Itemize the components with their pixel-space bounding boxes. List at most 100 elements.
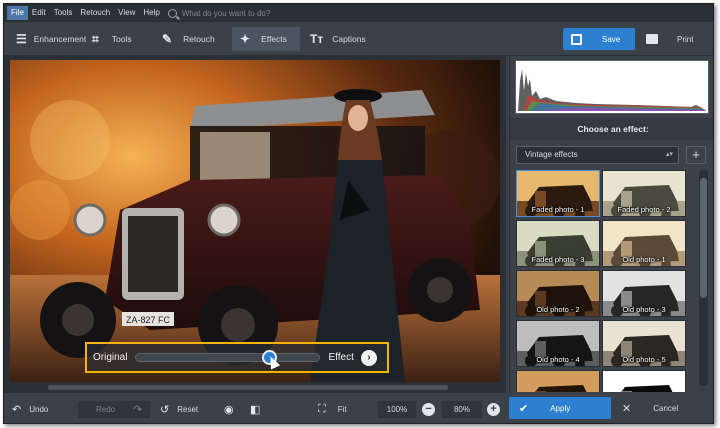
- tab-captions[interactable]: Tт Captions: [302, 27, 374, 51]
- effect-thumbnail[interactable]: Old photo - 5: [602, 320, 686, 367]
- cancel-label: Cancel: [653, 403, 679, 413]
- zoom-value-label: 80%: [453, 405, 470, 414]
- crop-icon: ⌗: [92, 31, 99, 46]
- mouse-cursor-icon: [266, 354, 281, 370]
- app-window: File Edit Tools Retouch View Help What d…: [3, 3, 714, 424]
- cancel-button[interactable]: ✕ Cancel: [614, 397, 710, 419]
- tab-retouch[interactable]: ✎ Retouch: [154, 27, 230, 51]
- minus-icon: −: [422, 403, 435, 416]
- main-photo[interactable]: ZA-827 FC: [10, 60, 500, 382]
- save-label: Save: [602, 34, 621, 44]
- menu-retouch[interactable]: Retouch: [76, 6, 114, 20]
- menu-bar: File Edit Tools Retouch View Help What d…: [4, 4, 713, 22]
- printer-icon: [646, 34, 658, 44]
- fit-button[interactable]: ⛶ Fit: [318, 401, 347, 418]
- preview-toggle[interactable]: ◉: [224, 401, 242, 418]
- sliders-icon: ☰: [16, 32, 27, 46]
- print-button[interactable]: Print: [640, 28, 710, 50]
- apply-button[interactable]: ✔ Apply: [509, 397, 611, 419]
- compare-track[interactable]: [135, 350, 321, 370]
- effect-thumbnail[interactable]: Old photo - 3: [602, 270, 686, 317]
- redo-icon: ↷: [133, 404, 143, 416]
- effect-thumbnail-label: Old photo - 3: [622, 305, 666, 314]
- tab-tools[interactable]: ⌗ Tools: [84, 27, 152, 51]
- effects-scroll-thumb[interactable]: [700, 178, 707, 298]
- main-toolbar: ☰ Enhancement ⌗ Tools ✎ Retouch ✦ Effect…: [4, 22, 713, 56]
- effect-thumbnail[interactable]: Old photo - 2: [516, 270, 600, 317]
- bottom-bar: ↶ Undo Redo ↷ ↺ Reset ◉ ◧ ⛶ Fit 100% − 8…: [4, 392, 506, 423]
- tab-tools-label: Tools: [111, 34, 132, 44]
- effect-thumbnail-label: Old photo - 5: [622, 355, 666, 364]
- tab-effects-label: Effects: [261, 34, 287, 44]
- updown-chevron-icon: ▴▾: [665, 151, 673, 158]
- effect-thumbnail[interactable]: Faded photo - 1: [516, 170, 600, 217]
- effect-label: Effect: [328, 352, 354, 363]
- effect-thumbnail[interactable]: Faded photo - 3: [516, 220, 600, 267]
- menu-edit[interactable]: Edit: [28, 6, 50, 20]
- split-view-icon: ◧: [250, 404, 261, 416]
- svg-text:ZA-827 FC: ZA-827 FC: [126, 315, 171, 325]
- fit-label: Fit: [337, 405, 347, 414]
- fit-screen-icon: ⛶: [318, 403, 326, 415]
- horizontal-scroll-thumb[interactable]: [48, 385, 448, 390]
- reset-button[interactable]: ↺ Reset: [160, 401, 198, 418]
- menu-file[interactable]: File: [7, 6, 28, 20]
- save-button[interactable]: Save: [563, 28, 635, 50]
- print-label: Print: [677, 34, 694, 44]
- effect-thumbnail-label: Old photo - 4: [536, 355, 580, 364]
- floppy-disk-icon: [571, 33, 582, 45]
- undo-button[interactable]: ↶ Undo: [12, 401, 48, 418]
- zoom-in-button[interactable]: +: [487, 401, 500, 418]
- before-after-slider: Original Effect ›: [85, 342, 389, 373]
- effect-category-value: Vintage effects: [525, 150, 578, 159]
- vintage-car-photo: ZA-827 FC: [10, 60, 500, 382]
- tab-enhancement-label: Enhancement: [33, 34, 87, 44]
- redo-label: Redo: [96, 405, 116, 414]
- zoom-100-label: 100%: [386, 405, 408, 414]
- effects-scrollbar[interactable]: [699, 170, 708, 386]
- zoom-out-button[interactable]: −: [422, 401, 435, 418]
- effect-preview-image: [517, 371, 599, 392]
- menu-view[interactable]: View: [114, 6, 139, 20]
- menu-tools[interactable]: Tools: [50, 6, 77, 20]
- checkmark-icon: ✔: [519, 402, 529, 415]
- undo-icon: ↶: [12, 404, 22, 416]
- menu-search[interactable]: What do you want to do?: [167, 8, 270, 18]
- effect-thumbnail[interactable]: Old photo - 4: [516, 320, 600, 367]
- tab-effects[interactable]: ✦ Effects: [232, 27, 300, 51]
- reset-icon: ↺: [160, 404, 170, 416]
- tab-retouch-label: Retouch: [183, 34, 215, 44]
- effect-thumbnail-label: Faded photo - 3: [531, 255, 585, 264]
- eye-icon: ◉: [224, 404, 234, 416]
- menu-help[interactable]: Help: [139, 6, 163, 20]
- brush-icon: ✎: [162, 32, 173, 46]
- text-icon: Tт: [310, 32, 324, 46]
- reset-label: Reset: [177, 405, 199, 414]
- zoom-100-button[interactable]: 100%: [378, 401, 416, 418]
- plus-icon: +: [487, 403, 500, 416]
- tab-enhancement[interactable]: ☰ Enhancement: [8, 27, 86, 51]
- effect-preview-image: [603, 371, 685, 392]
- zoom-value[interactable]: 80%: [442, 401, 482, 418]
- add-effect-button[interactable]: +: [686, 146, 706, 164]
- apply-label: Apply: [550, 403, 571, 413]
- effect-thumbnail-label: Faded photo - 1: [531, 205, 585, 214]
- choose-effect-title: Choose an effect:: [510, 118, 713, 140]
- close-icon: ✕: [622, 402, 632, 415]
- redo-button[interactable]: Redo ↷: [78, 401, 150, 418]
- effect-thumbnail[interactable]: [516, 370, 600, 392]
- effect-thumbnail-label: Faded photo - 2: [617, 205, 671, 214]
- histogram: [515, 60, 709, 114]
- horizontal-scrollbar[interactable]: [8, 385, 502, 390]
- effect-thumbnail[interactable]: Faded photo - 2: [602, 170, 686, 217]
- effect-thumbnail[interactable]: [602, 370, 686, 392]
- effect-category-select[interactable]: Vintage effects ▴▾: [516, 146, 679, 164]
- effects-panel: Choose an effect: Vintage effects ▴▾ + F…: [509, 56, 713, 392]
- original-label: Original: [93, 352, 128, 363]
- magic-wand-icon: ✦: [240, 32, 251, 46]
- chevron-right-icon[interactable]: ›: [360, 349, 377, 366]
- effect-thumbnail-label: Old photo - 2: [536, 305, 580, 314]
- compare-toggle[interactable]: ◧: [250, 401, 268, 418]
- photo-canvas: ZA-827 FC Original Effect ›: [4, 56, 506, 392]
- effect-thumbnail[interactable]: Old photo - 1: [602, 220, 686, 267]
